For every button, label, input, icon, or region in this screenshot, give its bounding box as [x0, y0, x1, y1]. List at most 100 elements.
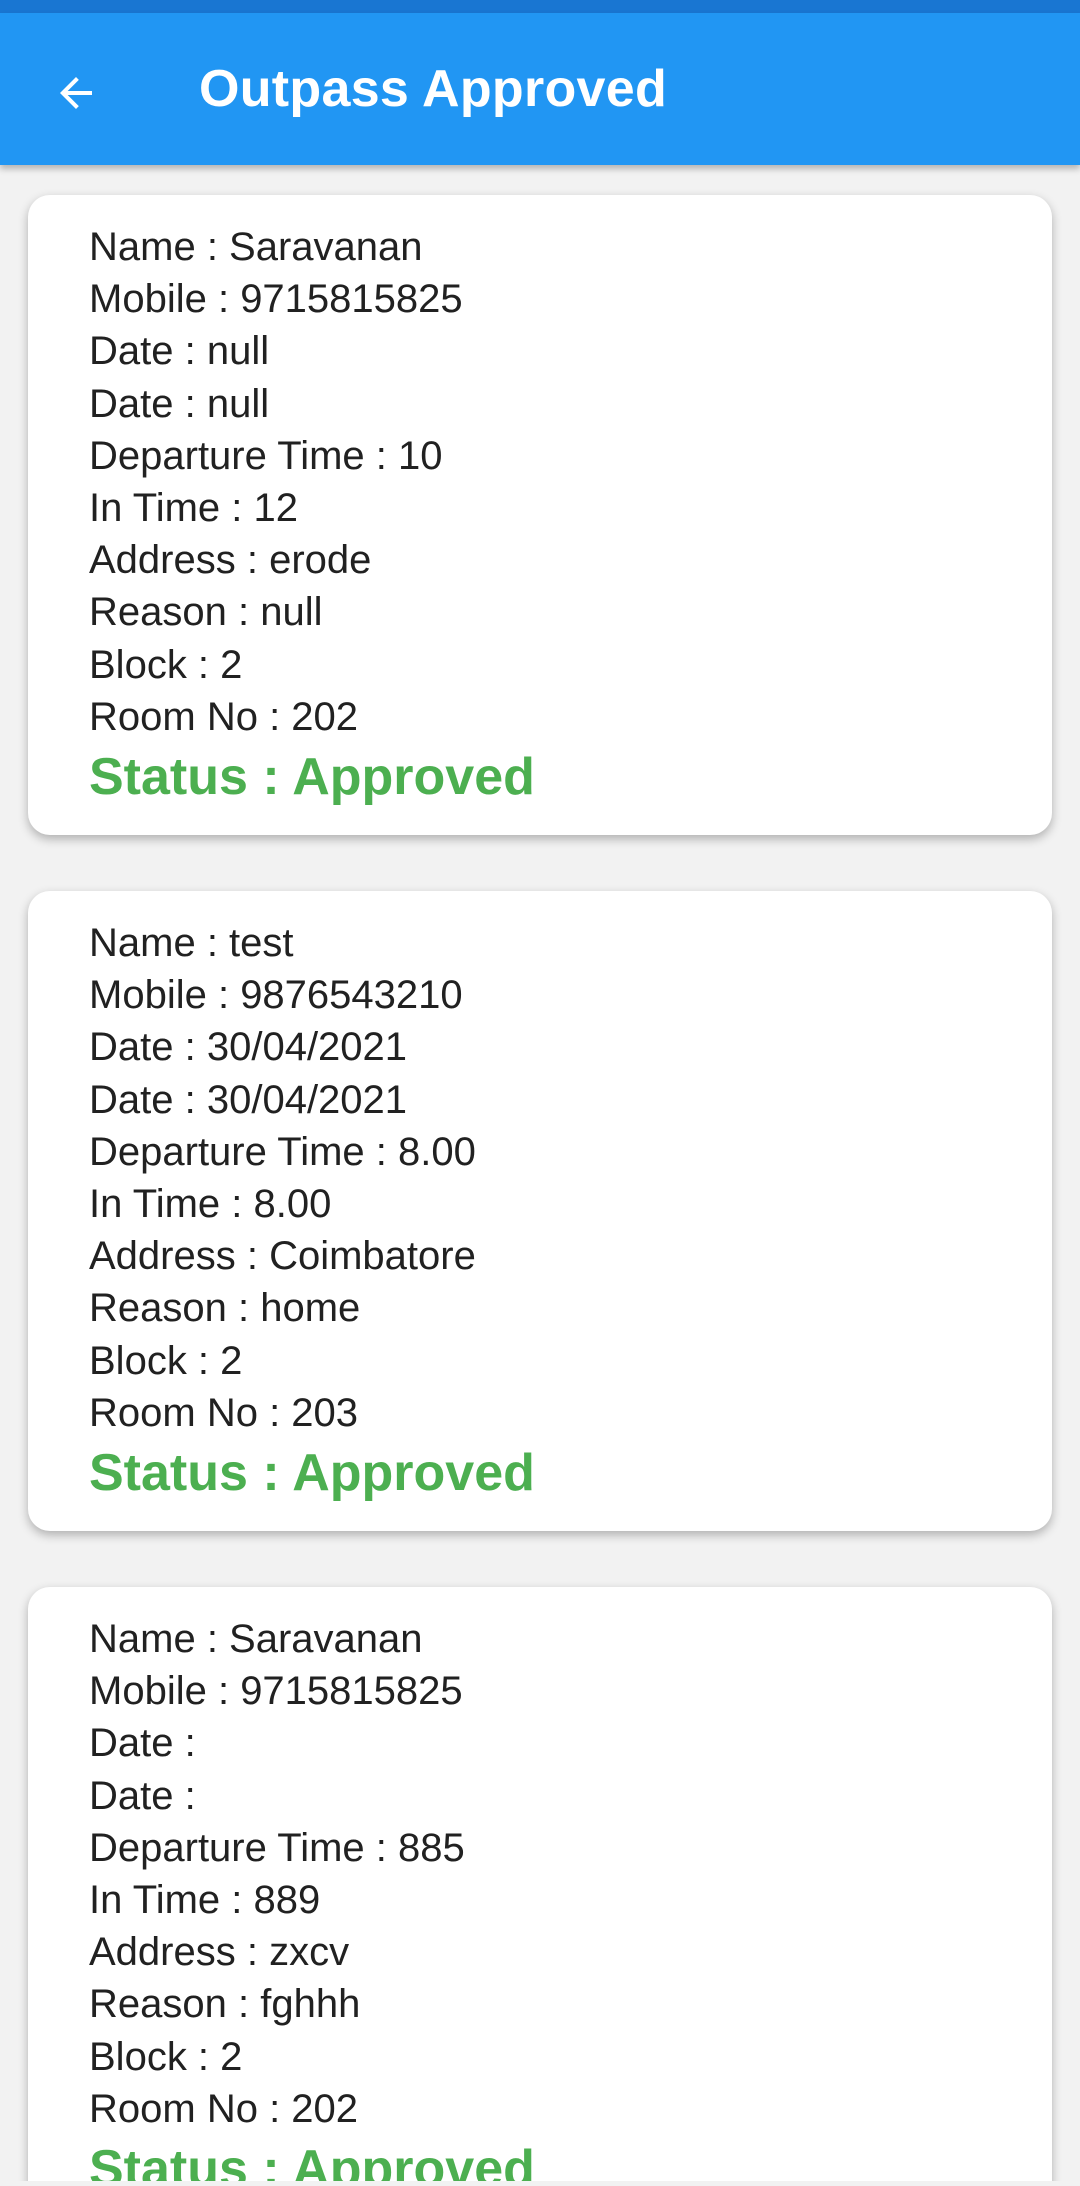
- date-out-value: null: [206, 329, 270, 374]
- departure-time-label: Departure Time: [89, 433, 365, 478]
- in-time-row: In Time : 889: [89, 1874, 1052, 1926]
- outpass-card[interactable]: Name : Saravanan Mobile : 9715815825 Dat…: [28, 1587, 1052, 2181]
- block-value: 2: [220, 2034, 243, 2079]
- block-row: Block : 2: [89, 639, 1052, 691]
- date-in-row: Date : null: [89, 378, 1052, 430]
- reason-row: Reason : home: [89, 1282, 1052, 1334]
- separator: :: [173, 1077, 207, 1122]
- address-label: Address: [89, 538, 236, 583]
- departure-time-value: 8.00: [398, 1129, 476, 1174]
- date-label: Date: [89, 1721, 174, 1766]
- separator: :: [173, 1721, 207, 1766]
- room-no-row: Room No : 203: [89, 1387, 1052, 1439]
- date-in-value: null: [206, 381, 270, 426]
- in-time-label: In Time: [89, 486, 221, 531]
- name-value: test: [229, 921, 294, 965]
- name-row: Name : test: [89, 917, 1052, 969]
- address-row: Address : Coimbatore: [89, 1230, 1052, 1282]
- room-no-label: Room No: [89, 1390, 258, 1435]
- name-row: Name : Saravanan: [89, 1613, 1052, 1665]
- address-label: Address: [89, 1930, 236, 1975]
- date-in-row: Date :: [89, 1770, 1052, 1822]
- separator: :: [247, 748, 293, 807]
- mobile-value: 9876543210: [240, 973, 463, 1018]
- room-no-row: Room No : 202: [89, 691, 1052, 743]
- name-value: Saravanan: [229, 225, 423, 269]
- separator: :: [226, 1982, 261, 2027]
- date-label: Date: [89, 1077, 174, 1122]
- separator: :: [220, 1182, 254, 1227]
- outpass-card[interactable]: Name : Saravanan Mobile : 9715815825 Dat…: [28, 195, 1052, 835]
- date-label: Date: [89, 381, 174, 426]
- status-value: Approved: [292, 748, 535, 807]
- address-value: Coimbatore: [269, 1234, 476, 1279]
- name-row: Name : Saravanan: [89, 221, 1052, 273]
- in-time-value: 8.00: [253, 1182, 332, 1227]
- block-value: 2: [220, 1338, 243, 1383]
- page-title: Outpass Approved: [199, 60, 668, 118]
- reason-row: Reason : fghhh: [89, 1978, 1052, 2030]
- outpass-card[interactable]: Name : test Mobile : 9876543210 Date : 3…: [28, 891, 1052, 1531]
- separator: :: [220, 1878, 254, 1923]
- in-time-label: In Time: [89, 1878, 221, 1923]
- reason-row: Reason : null: [89, 586, 1052, 638]
- departure-time-row: Departure Time : 885: [89, 1822, 1052, 1874]
- departure-time-label: Departure Time: [89, 1129, 365, 1174]
- address-value: erode: [269, 538, 372, 583]
- block-label: Block: [89, 1338, 187, 1383]
- date-out-row: Date :: [89, 1717, 1052, 1769]
- separator: :: [186, 1338, 221, 1383]
- room-no-value: 203: [291, 1390, 359, 1435]
- separator: :: [235, 1930, 270, 1975]
- address-value: zxcv: [269, 1930, 350, 1975]
- date-out-value: 30/04/2021: [206, 1025, 408, 1070]
- in-time-label: In Time: [89, 1182, 221, 1227]
- name-label: Name: [89, 225, 196, 269]
- departure-time-label: Departure Time: [89, 1825, 365, 1870]
- back-button[interactable]: [36, 53, 116, 133]
- mobile-row: Mobile : 9715815825: [89, 1665, 1052, 1717]
- name-label: Name: [89, 1617, 196, 1661]
- mobile-label: Mobile: [89, 1669, 207, 1714]
- date-label: Date: [89, 329, 174, 374]
- mobile-value: 9715815825: [240, 1669, 463, 1714]
- separator: :: [235, 1234, 270, 1279]
- separator: :: [173, 329, 207, 374]
- mobile-value: 9715815825: [240, 277, 463, 322]
- separator: :: [226, 590, 261, 635]
- block-label: Block: [89, 2034, 187, 2079]
- status-label: Status: [89, 2140, 248, 2181]
- status-label: Status: [89, 748, 248, 807]
- app-bar: Outpass Approved: [0, 13, 1080, 165]
- reason-value: null: [260, 590, 323, 635]
- separator: :: [173, 1773, 207, 1818]
- date-out-row: Date : null: [89, 325, 1052, 377]
- room-no-value: 202: [291, 694, 359, 739]
- separator: :: [364, 433, 399, 478]
- separator: :: [247, 1444, 293, 1503]
- departure-time-row: Departure Time : 10: [89, 430, 1052, 482]
- separator: :: [257, 694, 292, 739]
- room-no-label: Room No: [89, 2086, 258, 2131]
- status-text: Status : Approved: [89, 743, 1052, 811]
- departure-time-value: 10: [398, 433, 443, 478]
- separator: :: [206, 973, 241, 1018]
- separator: :: [364, 1129, 399, 1174]
- status-label: Status: [89, 1444, 248, 1503]
- separator: :: [220, 486, 254, 531]
- date-in-row: Date : 30/04/2021: [89, 1074, 1052, 1126]
- mobile-row: Mobile : 9876543210: [89, 969, 1052, 1021]
- in-time-value: 12: [253, 486, 299, 531]
- in-time-row: In Time : 12: [89, 482, 1052, 534]
- block-value: 2: [220, 642, 243, 687]
- room-no-label: Room No: [89, 694, 258, 739]
- separator: :: [186, 2034, 221, 2079]
- status-value: Approved: [292, 1444, 535, 1503]
- date-in-value: 30/04/2021: [206, 1077, 408, 1122]
- separator: :: [257, 1390, 292, 1435]
- outpass-list[interactable]: Name : Saravanan Mobile : 9715815825 Dat…: [0, 165, 1080, 2181]
- mobile-row: Mobile : 9715815825: [89, 273, 1052, 325]
- status-text: Status : Approved: [89, 1439, 1052, 1507]
- date-label: Date: [89, 1025, 174, 1070]
- departure-time-value: 885: [398, 1825, 465, 1870]
